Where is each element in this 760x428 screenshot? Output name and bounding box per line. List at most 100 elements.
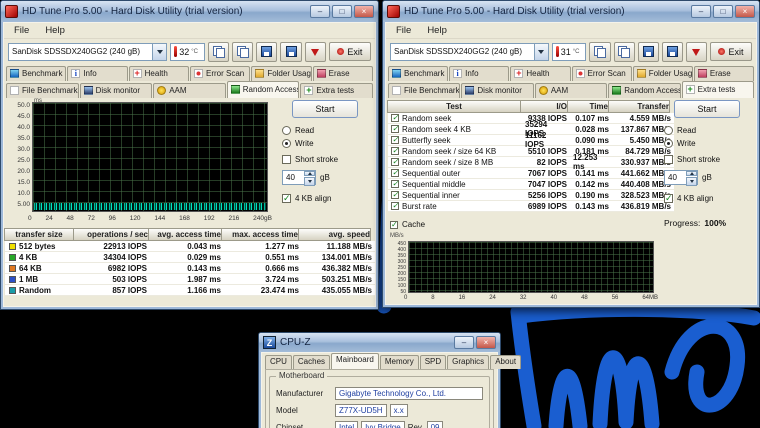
test-checkbox[interactable] — [391, 158, 399, 166]
menu-file[interactable]: File — [388, 24, 419, 37]
test-checkbox[interactable] — [391, 180, 399, 188]
minimize-icon[interactable] — [691, 5, 711, 18]
close-icon[interactable] — [476, 336, 496, 349]
tab-caches[interactable]: Caches — [293, 355, 330, 369]
minimize-icon[interactable] — [454, 336, 474, 349]
exit-button[interactable]: Exit — [329, 42, 371, 61]
stroke-size-input[interactable]: 40 — [282, 170, 316, 185]
tab-about[interactable]: About — [490, 355, 521, 369]
menu-file[interactable]: File — [6, 24, 37, 37]
stroke-size-input[interactable]: 40 — [664, 170, 698, 185]
test-time: 12.253 ms — [570, 157, 612, 167]
save-screenshot-button[interactable] — [256, 42, 277, 62]
test-row[interactable]: Sequential middle 7047 IOPS 0.142 ms 440… — [388, 179, 674, 190]
tab-file-benchmark[interactable]: File Benchmark — [388, 83, 460, 98]
tab-graphics[interactable]: Graphics — [447, 355, 489, 369]
spin-down-button[interactable] — [686, 42, 707, 62]
tab-info[interactable]: Info — [449, 66, 509, 81]
tab-benchmark[interactable]: Benchmark — [6, 66, 66, 81]
test-checkbox[interactable] — [391, 169, 399, 177]
titlebar[interactable]: HD Tune Pro 5.00 - Hard Disk Utility (tr… — [383, 1, 759, 22]
copy-screenshot-button[interactable] — [589, 42, 610, 62]
align-checkbox[interactable] — [664, 194, 673, 203]
start-button[interactable]: Start — [292, 100, 358, 118]
minimize-icon[interactable] — [310, 5, 330, 18]
test-checkbox[interactable] — [391, 191, 399, 199]
col-header: avg. access time — [148, 228, 222, 241]
write-radio[interactable] — [664, 139, 673, 148]
copy-screenshot-button[interactable] — [208, 42, 229, 62]
titlebar[interactable]: CPU-Z — [259, 333, 500, 352]
tab-disk-monitor[interactable]: Disk monitor — [80, 83, 153, 98]
titlebar[interactable]: HD Tune Pro 5.00 - Hard Disk Utility (tr… — [1, 1, 378, 22]
test-row[interactable]: Butterfly seek 11162 IOPS 0.090 ms 5.450… — [388, 135, 674, 146]
tab-disk-monitor[interactable]: Disk monitor — [461, 83, 533, 98]
close-icon[interactable] — [735, 5, 755, 18]
tab-error-scan[interactable]: Error Scan — [190, 66, 250, 81]
start-button[interactable]: Start — [674, 100, 740, 118]
maximize-icon[interactable] — [332, 5, 352, 18]
test-checkbox[interactable] — [391, 202, 399, 210]
save-results-button[interactable] — [662, 42, 683, 62]
test-row[interactable]: Random seek / size 8 MB 82 IOPS 12.253 m… — [388, 157, 674, 168]
cache-checkbox[interactable] — [390, 221, 398, 229]
spin-down-icon[interactable] — [686, 177, 697, 186]
tab-folder-usage[interactable]: Folder Usage — [251, 66, 311, 81]
temperature-indicator: 31 °C — [552, 43, 587, 61]
close-icon[interactable] — [354, 5, 374, 18]
tab-mainboard[interactable]: Mainboard — [331, 353, 379, 369]
tab-aam[interactable]: AAM — [535, 83, 607, 98]
tab-memory[interactable]: Memory — [380, 355, 419, 369]
tab-extra-tests[interactable]: Extra tests — [300, 83, 373, 98]
exit-button[interactable]: Exit — [710, 42, 752, 61]
progress-label: Progress: — [664, 218, 700, 228]
test-row[interactable]: Burst rate 6989 IOPS 0.143 ms 436.819 MB… — [388, 201, 674, 212]
spin-up-icon[interactable] — [686, 171, 697, 176]
tab-folder-usage[interactable]: Folder Usage — [633, 66, 693, 81]
menu-help[interactable]: Help — [419, 24, 455, 37]
align-checkbox[interactable] — [282, 194, 291, 203]
test-checkbox[interactable] — [391, 114, 399, 122]
copy-results-button[interactable] — [232, 42, 253, 62]
tab-health[interactable]: Health — [510, 66, 570, 81]
drive-select[interactable]: SanDisk SDSSDX240GG2 (240 gB) — [8, 43, 167, 61]
test-checkbox[interactable] — [391, 136, 399, 144]
tab-info[interactable]: Info — [67, 66, 127, 81]
spin-down-button[interactable] — [305, 42, 326, 62]
short-stroke-checkbox[interactable] — [282, 155, 291, 164]
tab-extra-tests[interactable]: Extra tests — [682, 81, 754, 98]
tab-label: Benchmark — [404, 69, 444, 78]
test-row[interactable]: Random seek / size 64 KB 5510 IOPS 0.181… — [388, 146, 674, 157]
tab-erase[interactable]: Erase — [694, 66, 754, 81]
read-radio[interactable] — [664, 126, 673, 135]
spin-down-icon[interactable] — [304, 177, 315, 186]
tab-aam[interactable]: AAM — [153, 83, 226, 98]
tab-random-access[interactable]: Random Access — [608, 83, 680, 98]
tab-random-access[interactable]: Random Access — [227, 81, 300, 98]
copy-results-button[interactable] — [614, 42, 635, 62]
test-row[interactable]: Sequential inner 5256 IOPS 0.190 ms 328.… — [388, 190, 674, 201]
tab-cpu[interactable]: CPU — [265, 355, 292, 369]
read-radio[interactable] — [282, 126, 291, 135]
tab-benchmark[interactable]: Benchmark — [388, 66, 448, 81]
tab-health[interactable]: Health — [129, 66, 189, 81]
chevron-down-icon[interactable] — [534, 44, 548, 60]
test-row[interactable]: Sequential outer 7067 IOPS 0.141 ms 441.… — [388, 168, 674, 179]
tab-spd[interactable]: SPD — [420, 355, 446, 369]
exit-label: Exit — [728, 47, 743, 57]
test-checkbox[interactable] — [391, 125, 399, 133]
maximize-icon[interactable] — [713, 5, 733, 18]
short-stroke-checkbox[interactable] — [664, 155, 673, 164]
menu-help[interactable]: Help — [37, 24, 73, 37]
save-screenshot-button[interactable] — [638, 42, 659, 62]
tab-error-scan[interactable]: Error Scan — [572, 66, 632, 81]
chevron-down-icon[interactable] — [152, 44, 166, 60]
tab-erase[interactable]: Erase — [313, 66, 373, 81]
spin-up-icon[interactable] — [304, 171, 315, 176]
operations-per-sec: 857 IOPS — [75, 285, 151, 295]
write-radio[interactable] — [282, 139, 291, 148]
tab-file-benchmark[interactable]: File Benchmark — [6, 83, 79, 98]
save-results-button[interactable] — [280, 42, 301, 62]
drive-select[interactable]: SanDisk SDSSDX240GG2 (240 gB) — [390, 43, 549, 61]
test-checkbox[interactable] — [391, 147, 399, 155]
